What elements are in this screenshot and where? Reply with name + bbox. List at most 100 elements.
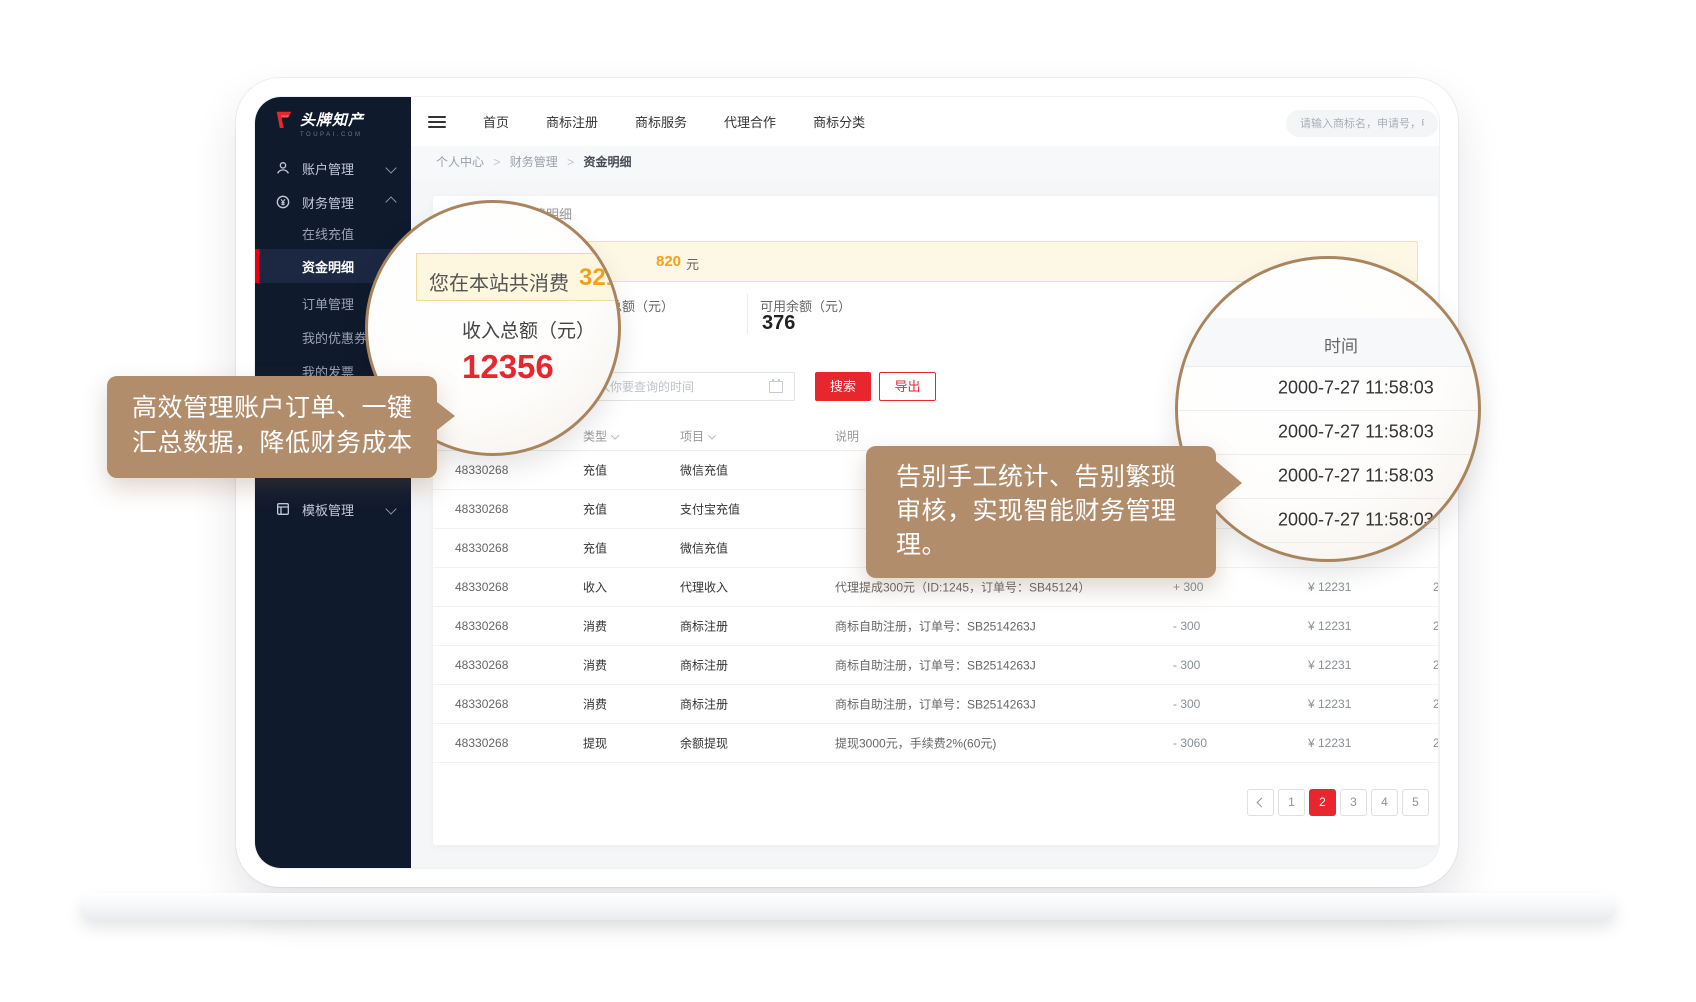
header-item[interactable]: 项目 [680,427,715,444]
user-icon [275,160,291,176]
nav-item-agency[interactable]: 代理合作 [724,112,776,131]
cell-time: 2000-7-27 11:58:03 [1433,736,1438,750]
breadcrumb: 个人中心 > 财务管理 > 资金明细 [411,146,1439,179]
nav-item-trademark-service[interactable]: 商标服务 [635,112,687,131]
hamburger-icon[interactable] [428,113,446,131]
sidebar-item-online-recharge[interactable]: 在线充值 [255,221,411,245]
cell-order-no: 48330268 [455,502,508,516]
breadcrumb-current: 资金明细 [583,155,631,169]
template-icon [275,501,291,517]
sidebar-item-label: 模板管理 [302,500,354,519]
cell-amount: - 300 [1173,619,1200,633]
breadcrumb-personal-center[interactable]: 个人中心 [436,155,484,169]
cell-amount: - 300 [1173,697,1200,711]
table-row: 48330268 提现 余额提现 提现3000元，手续费2%(60元) - 30… [433,723,1438,763]
pagination-page-1[interactable]: 1 [1278,789,1305,816]
sort-caret-icon [611,431,619,439]
top-navbar: 首页 商标注册 商标服务 代理合作 商标分类 [411,97,1439,146]
cell-type: 收入 [583,578,607,595]
cell-desc: 提现3000元，手续费2%(60元) [835,734,996,751]
callout-right-line3: 理。 [896,528,1216,562]
stat-divider [747,294,748,334]
magnified-notice-bar: 您在本站共消费 32124 [416,253,621,301]
cell-desc: 商标自助注册，订单号：SB2514263J [835,695,1036,712]
magnified-time-header: 时间 [1178,318,1478,367]
page: 头牌知产 TOUPAI.COM 账户管理 [0,0,1696,1002]
breadcrumb-separator: > [567,155,574,169]
chevron-down-icon [385,162,396,173]
callout-left-line2: 汇总数据，降低财务成本 [132,426,437,461]
export-button[interactable]: 导出 [879,372,936,401]
pagination-page-5[interactable]: 5 [1402,789,1429,816]
magnified-income-label: 收入总额（元） [462,316,595,343]
callout-left: 高效管理账户订单、一键 汇总数据，降低财务成本 [107,376,437,478]
sidebar-item-template[interactable]: 模板管理 [255,497,411,521]
nav-item-trademark-register[interactable]: 商标注册 [546,112,598,131]
chevron-left-icon [1257,798,1267,808]
cell-amount: + 300 [1173,580,1203,594]
cell-order-no: 48330268 [455,580,508,594]
sidebar-item-account[interactable]: 账户管理 [255,156,411,180]
cell-item: 商标注册 [680,695,728,712]
sidebar-item-finance[interactable]: 财务管理 [255,190,411,214]
breadcrumb-separator: > [493,155,500,169]
search-button[interactable]: 搜索 [815,372,871,401]
pagination-prev-button[interactable] [1247,789,1274,816]
cell-balance: ¥ 12231 [1308,658,1351,672]
cell-amount: - 3060 [1173,736,1207,750]
magnified-notice-amount: 32124 [579,264,621,292]
magnified-time-header-label: 时间 [1324,332,1358,357]
sidebar-item-label: 订单管理 [302,294,354,313]
cell-item: 支付宝充值 [680,500,740,517]
header-type[interactable]: 类型 [583,427,618,444]
breadcrumb-finance[interactable]: 财务管理 [510,155,558,169]
notice-unit: 元 [686,254,699,273]
nav-item-home[interactable]: 首页 [483,112,509,131]
sidebar-item-label: 账户管理 [302,159,354,178]
cell-desc: 商标自助注册，订单号：SB2514263J [835,617,1036,634]
table-row: 48330268 消费 商标注册 商标自助注册，订单号：SB2514263J -… [433,645,1438,685]
cell-type: 充值 [583,539,607,556]
calendar-icon[interactable] [769,381,783,393]
nav-item-trademark-category[interactable]: 商标分类 [813,112,865,131]
pagination-page-2[interactable]: 2 [1309,789,1336,816]
table-row: 48330268 消费 商标注册 商标自助注册，订单号：SB2514263J -… [433,606,1438,646]
cell-time: 2000-7-27 11:58:03 [1433,619,1438,633]
search-input[interactable] [1286,110,1438,137]
logo: 头牌知产 TOUPAI.COM [273,109,364,138]
cell-type: 充值 [583,461,607,478]
callout-right-line2: 审核，实现智能财务管理 [896,494,1216,528]
cell-order-no: 48330268 [455,658,508,672]
logo-title: 头牌知产 [300,109,364,130]
chevron-up-icon [385,196,396,207]
cell-item: 商标注册 [680,617,728,634]
cell-balance: ¥ 12231 [1308,736,1351,750]
cell-item: 代理收入 [680,578,728,595]
notice-amount: 820 [656,253,681,270]
pagination-page-3[interactable]: 3 [1340,789,1367,816]
logo-subtitle: TOUPAI.COM [300,132,364,138]
cell-balance: ¥ 12231 [1308,580,1351,594]
cell-balance: ¥ 12231 [1308,697,1351,711]
cell-item: 微信充值 [680,461,728,478]
table-row: 48330268 消费 商标注册 商标自助注册，订单号：SB2514263J -… [433,684,1438,724]
cell-time: 2000-7-27 11:58:03 [1433,580,1438,594]
cell-item: 余额提现 [680,734,728,751]
magnified-notice-text: 您在本站共消费 [429,267,569,296]
header-desc: 说明 [835,427,859,444]
magnified-time-row: 2000-7-27 11:58:03 [1178,366,1478,411]
pagination-page-4[interactable]: 4 [1371,789,1398,816]
cell-order-no: 48330268 [455,697,508,711]
cell-type: 消费 [583,695,607,712]
cell-type: 消费 [583,656,607,673]
sidebar-item-label: 在线充值 [302,224,354,243]
cell-amount: - 300 [1173,658,1200,672]
cell-type: 消费 [583,617,607,634]
cell-time: 2000-7-27 11:58:03 [1433,658,1438,672]
cell-item: 商标注册 [680,656,728,673]
sort-caret-icon [708,431,716,439]
laptop-base [80,893,1616,920]
cell-item: 微信充值 [680,539,728,556]
cell-desc: 代理提成300元（ID:1245，订单号：SB45124） [835,578,1090,595]
callout-right-line1: 告别手工统计、告别繁琐 [896,460,1216,494]
